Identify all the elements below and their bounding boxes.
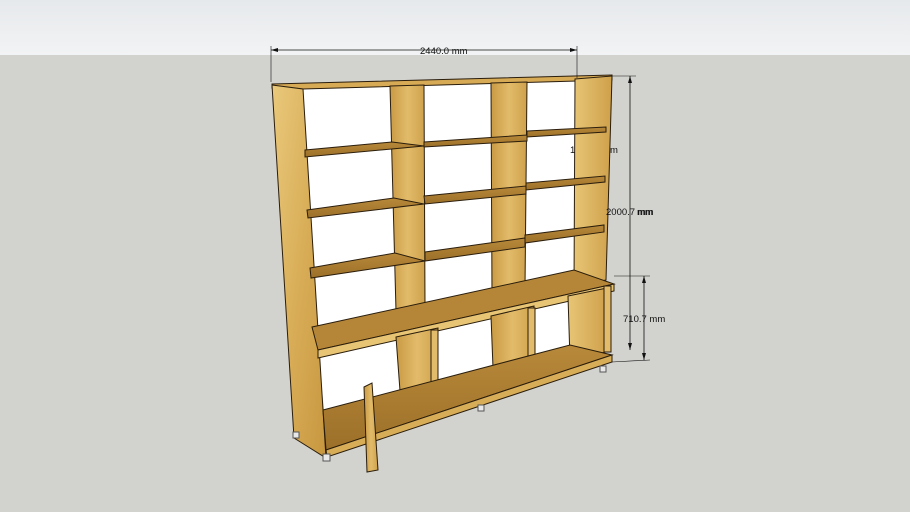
foot-2 [322, 453, 331, 462]
foot-4 [599, 365, 607, 373]
width-dimension-label: 2440.0 mm [420, 46, 468, 57]
sketchup-viewport[interactable]: 2440.0 mm 2000.7 mm mm 710.7 mm 1 m [0, 0, 910, 512]
foot-3 [477, 404, 485, 412]
desk-height-dimension-label: 710.7 mm [623, 314, 665, 325]
partial-dimension-top: 1 [570, 145, 575, 156]
desk-leg-3 [603, 285, 612, 353]
bookshelf-model[interactable]: 2440.0 mm 2000.7 mm mm 710.7 mm 1 m [0, 0, 910, 512]
height-dimension-label-overlap: mm [637, 207, 653, 218]
foot-1 [292, 431, 300, 439]
partial-dimension-right: m [610, 145, 618, 156]
